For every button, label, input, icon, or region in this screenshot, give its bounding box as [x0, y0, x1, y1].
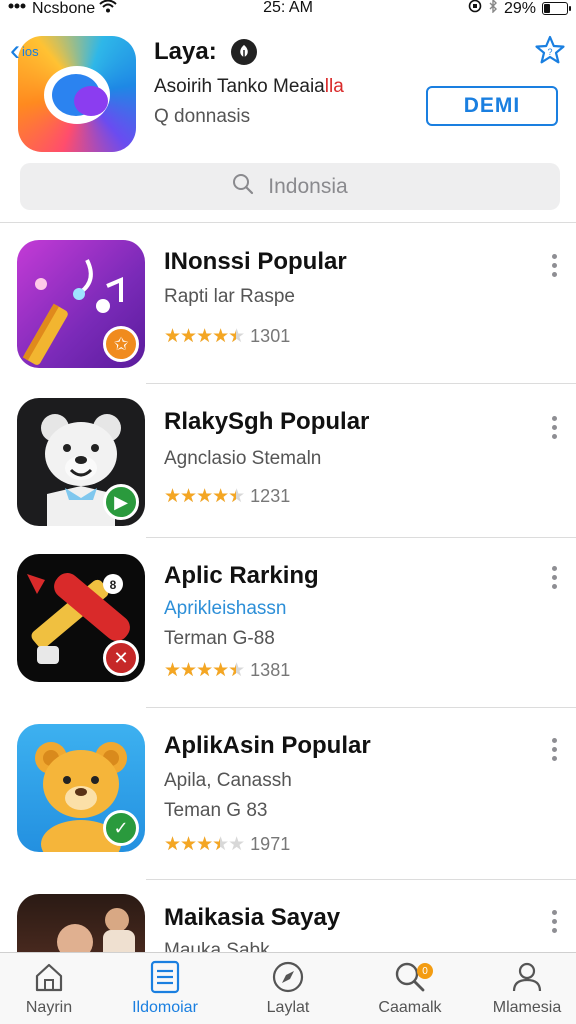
- app-title: RlakySgh Popular: [164, 408, 370, 435]
- list-icon: [110, 959, 220, 995]
- demo-button[interactable]: DEMI: [426, 86, 558, 126]
- home-icon: [0, 959, 104, 995]
- app-subtitle: Asoirih Tanko Meaialla: [154, 76, 344, 98]
- compass-icon: [233, 959, 343, 995]
- app-rating: ★★★★★★★★★★ 1971: [164, 834, 290, 855]
- divider: [0, 222, 576, 223]
- app-list-icon: ✓: [17, 724, 145, 852]
- app-subtitle: Agnclasio Stemaln: [164, 448, 322, 469]
- app-search-hint: Q donnasis: [154, 106, 251, 127]
- svg-text:8: 8: [110, 578, 117, 592]
- more-options-button[interactable]: [550, 566, 558, 589]
- tab-search[interactable]: 0 Caamalk: [355, 959, 465, 1017]
- rating-stars: ★★★★★★★★★★: [164, 326, 245, 347]
- play-badge-icon: ▶: [103, 484, 139, 520]
- cancel-badge-icon: ✕: [103, 640, 139, 676]
- app-rating: ★★★★★★★★★★ 1381: [164, 660, 290, 681]
- app-meta: Teman G 83: [164, 800, 268, 821]
- list-item[interactable]: ✩ INonssi Popular Rapti lar Raspe ★★★★★ ★…: [0, 224, 576, 384]
- tab-home[interactable]: Nayrin: [0, 959, 104, 1017]
- app-title: AplikAsin Popular: [164, 732, 371, 759]
- rating-count: 1231: [250, 486, 291, 506]
- person-icon: [472, 959, 576, 995]
- app-subtitle: Rapti lar Raspe: [164, 286, 295, 307]
- tab-explore[interactable]: Laylat: [233, 959, 343, 1017]
- list-item[interactable]: 8 ✕ Aplic Rarking Aprikleishassn Terman …: [0, 538, 576, 708]
- page-title: Laya:: [154, 38, 217, 65]
- rating-count: 1301: [250, 326, 291, 346]
- battery-fill: [544, 4, 550, 13]
- app-rating: ★★★★★★★★★★ 1231: [164, 486, 290, 507]
- more-options-button[interactable]: [550, 738, 558, 761]
- rating-stars: ★★★★★★★★★★: [164, 834, 245, 855]
- app-title: Maikasia Sayay: [164, 904, 341, 931]
- back-label: ios: [22, 43, 39, 59]
- app-title-row: Laya:: [154, 38, 257, 66]
- rating-stars: ★★★★★★★★★★: [164, 486, 245, 507]
- tab-label: Nayrin: [25, 999, 73, 1016]
- tab-label: Laylat: [266, 999, 310, 1016]
- list-item[interactable]: ✓ AplikAsin Popular Apila, Canassh Teman…: [0, 708, 576, 880]
- rating-count: 1381: [250, 660, 291, 680]
- star-badge-icon: ✩: [103, 326, 139, 362]
- rating-count: 1971: [250, 834, 291, 854]
- more-options-button[interactable]: [550, 910, 558, 933]
- app-category-link[interactable]: Aprikleishassn: [164, 598, 287, 620]
- tab-label: Caamalk: [378, 999, 442, 1016]
- rating-stars: ★★★★★★★★★★: [164, 660, 245, 681]
- battery-percent: 29%: [503, 0, 536, 17]
- app-header: ‹ ios Laya: Asoirih Tanko Meaialla Q don…: [0, 30, 576, 160]
- chevron-left-icon: ‹: [10, 34, 20, 67]
- search-input[interactable]: Indonsia: [268, 175, 347, 199]
- back-button[interactable]: ‹ ios: [10, 34, 39, 67]
- star-outline-icon: ?: [535, 35, 565, 64]
- subtitle-main: Asoirih Tanko Meaia: [154, 76, 325, 97]
- chat-bubble-accent-shape: [74, 86, 108, 116]
- list-item[interactable]: ▶ RlakySgh Popular Agnclasio Stemaln ★★★…: [0, 384, 576, 538]
- more-options-button[interactable]: [550, 254, 558, 277]
- search-icon: [232, 173, 254, 201]
- list-item[interactable]: Maikasia Sayay Mauka Sabk: [0, 880, 576, 1022]
- app-meta: Terman G-88: [164, 628, 275, 649]
- tab-label: Ildomoiar: [132, 999, 198, 1016]
- status-bar: Ncsbone 25: AM 29%: [0, 0, 576, 18]
- battery-icon: [542, 2, 571, 15]
- search-bar[interactable]: Indonsia: [20, 163, 560, 210]
- svg-text:?: ?: [547, 47, 552, 57]
- tab-label: Mlamesia: [492, 999, 562, 1016]
- more-options-button[interactable]: [550, 416, 558, 439]
- tab-bar: Nayrin Ildomoiar Laylat 0 Caamalk Mlames…: [0, 952, 576, 1024]
- app-title: Aplic Rarking: [164, 562, 319, 589]
- check-badge-icon: ✓: [103, 810, 139, 846]
- app-rating: ★★★★★★★★★★ 1301: [164, 326, 290, 347]
- app-list-icon: ✩: [17, 240, 145, 368]
- status-right: 29%: [468, 0, 571, 18]
- app-title: INonssi Popular: [164, 248, 347, 275]
- app-list-icon: ▶: [17, 398, 145, 526]
- leaf-badge-icon: [230, 39, 257, 65]
- bluetooth-icon: [488, 0, 498, 18]
- app-subtitle: Apila, Canassh: [164, 770, 292, 791]
- app-list-icon: 8 ✕: [17, 554, 145, 682]
- favorite-star-button[interactable]: ?: [534, 34, 566, 66]
- orientation-lock-icon: [468, 0, 482, 18]
- notification-badge: 0: [417, 963, 433, 979]
- tab-profile[interactable]: Mlamesia: [472, 959, 576, 1017]
- subtitle-accent: lla: [324, 76, 344, 97]
- search-icon: [355, 959, 465, 995]
- tab-list[interactable]: Ildomoiar: [110, 959, 220, 1017]
